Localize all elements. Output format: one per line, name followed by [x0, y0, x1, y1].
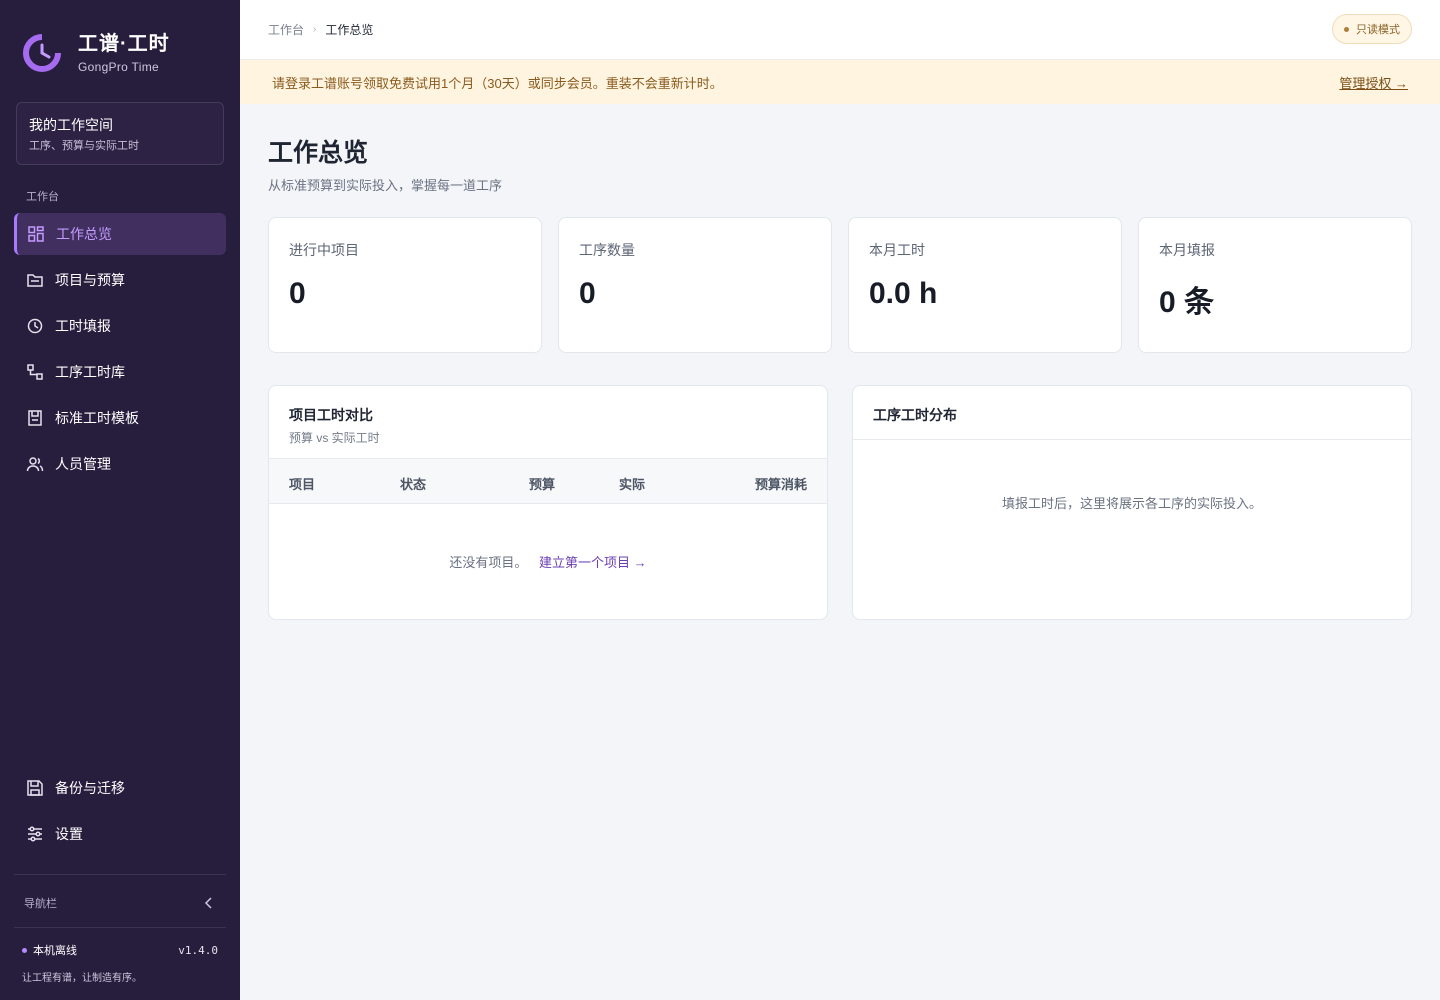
nav-item-label: 工时填报: [55, 318, 111, 334]
card-title: 工序工时分布: [873, 407, 957, 423]
flow-icon: [26, 363, 44, 381]
manage-license-link[interactable]: 管理授权 →: [1339, 73, 1408, 92]
nav-item-settings[interactable]: 设置: [14, 813, 226, 855]
nav-item-projects[interactable]: 项目与预算: [14, 259, 226, 301]
clock-icon: [26, 317, 44, 335]
brand[interactable]: 工谱·工时 GongPro Time: [22, 30, 170, 76]
create-first-project-link[interactable]: 建立第一个项目 →: [539, 555, 647, 570]
breadcrumb-separator-icon: ›: [313, 24, 317, 35]
save-icon: [26, 779, 44, 797]
nav-item-label: 工序工时库: [55, 364, 125, 380]
column-header-budget[interactable]: 预算: [529, 474, 555, 493]
nav-item-label: 人员管理: [55, 456, 111, 472]
bottom-nav: 备份与迁移 设置: [14, 767, 226, 859]
sidebar-divider: [14, 927, 226, 928]
process-hours-distribution-card: 工序工时分布 填报工时后，这里将展示各工序的实际投入。: [852, 385, 1412, 620]
column-header-actual[interactable]: 实际: [619, 474, 645, 493]
nav-item-label: 工作总览: [56, 226, 112, 242]
license-banner: 请登录工谱账号领取免费试用1个月（30天）或同步会员。重装不会重新计时。 管理授…: [240, 60, 1440, 104]
stat-label: 工序数量: [579, 242, 635, 258]
empty-state: 填报工时后，这里将展示各工序的实际投入。: [1001, 496, 1262, 511]
status-bar: 本机离线 v1.4.0: [22, 942, 218, 958]
workspace-card[interactable]: 我的工作空间 工序、预算与实际工时: [16, 102, 224, 165]
nav-item-process-library[interactable]: 工序工时库: [14, 351, 226, 393]
stat-card-active-projects: 进行中项目 0: [268, 217, 542, 353]
stat-card-process-count: 工序数量 0: [558, 217, 832, 353]
folder-icon: [26, 271, 44, 289]
page-subtitle: 从标准预算到实际投入，掌握每一道工序: [268, 178, 503, 193]
chevron-left-icon[interactable]: [202, 896, 216, 910]
readonly-badge[interactable]: 只读模式: [1332, 14, 1412, 44]
dashboard-icon: [27, 225, 45, 243]
column-header-status[interactable]: 状态: [400, 474, 426, 493]
nav-item-label: 设置: [55, 826, 83, 842]
column-header-consumption[interactable]: 预算消耗: [755, 474, 807, 493]
empty-state: 还没有项目。 建立第一个项目 →: [269, 552, 827, 571]
sidebar-divider: [14, 874, 226, 875]
nav-item-people[interactable]: 人员管理: [14, 443, 226, 485]
topbar: 工作台 › 工作总览 只读模式: [240, 0, 1440, 60]
nav-item-label: 项目与预算: [55, 272, 125, 288]
stat-label: 进行中项目: [289, 242, 359, 258]
version-label: v1.4.0: [178, 943, 218, 957]
card-title: 项目工时对比: [289, 407, 373, 423]
brand-subtitle: GongPro Time: [78, 60, 159, 74]
column-header-project[interactable]: 项目: [289, 474, 315, 493]
stat-card-monthly-hours: 本月工时 0.0 h: [848, 217, 1122, 353]
readonly-dot: [1344, 26, 1349, 32]
stat-label: 本月填报: [1159, 242, 1215, 258]
users-icon: [26, 455, 44, 473]
stat-card-monthly-entries: 本月填报 0 条: [1138, 217, 1412, 353]
stat-value: 0: [579, 277, 596, 310]
sliders-icon: [26, 825, 44, 843]
breadcrumb-root[interactable]: 工作台: [268, 21, 304, 38]
nav-item-templates[interactable]: 标准工时模板: [14, 397, 226, 439]
card-subtitle: 预算 vs 实际工时: [289, 431, 380, 445]
main-nav: 工作总览 项目与预算 工时填报 工序工时库 标准工时模板 人员管理: [14, 213, 226, 489]
stat-value: 0 条: [1159, 286, 1215, 319]
nav-item-label: 标准工时模板: [55, 410, 139, 426]
offline-status: 本机离线: [33, 945, 77, 957]
collapse-label: 导航栏: [24, 898, 57, 910]
nav-item-timesheet[interactable]: 工时填报: [14, 305, 226, 347]
nav-item-label: 备份与迁移: [55, 780, 125, 796]
page-title: 工作总览: [268, 139, 369, 167]
breadcrumb-current: 工作总览: [325, 23, 374, 37]
logo-icon: [23, 33, 62, 72]
stat-value: 0: [289, 277, 306, 310]
banner-text: 请登录工谱账号领取免费试用1个月（30天）或同步会员。重装不会重新计时。: [272, 75, 723, 91]
table-header: 项目 状态 预算 实际 预算消耗: [269, 458, 827, 504]
readonly-label: 只读模式: [1356, 24, 1400, 36]
brand-title: 工谱·工时: [78, 33, 170, 55]
sidebar: 工谱·工时 GongPro Time 我的工作空间 工序、预算与实际工时 工作台…: [0, 0, 240, 1000]
status-dot: [22, 947, 27, 953]
template-icon: [26, 409, 44, 427]
nav-item-backup[interactable]: 备份与迁移: [14, 767, 226, 809]
stat-value: 0.0 h: [869, 277, 938, 310]
slogan: 让工程有谱，让制造有序。: [22, 973, 142, 984]
sidebar-collapse-toggle[interactable]: 导航栏: [14, 884, 226, 922]
workspace-title: 我的工作空间: [29, 117, 113, 133]
nav-item-overview[interactable]: 工作总览: [14, 213, 226, 255]
stat-label: 本月工时: [869, 242, 925, 258]
empty-text: 还没有项目。: [449, 555, 528, 570]
nav-group-label: 工作台: [26, 191, 59, 203]
project-hours-compare-card: 项目工时对比 预算 vs 实际工时 项目 状态 预算 实际 预算消耗 还没有项目…: [268, 385, 828, 620]
workspace-subtitle: 工序、预算与实际工时: [29, 140, 139, 152]
